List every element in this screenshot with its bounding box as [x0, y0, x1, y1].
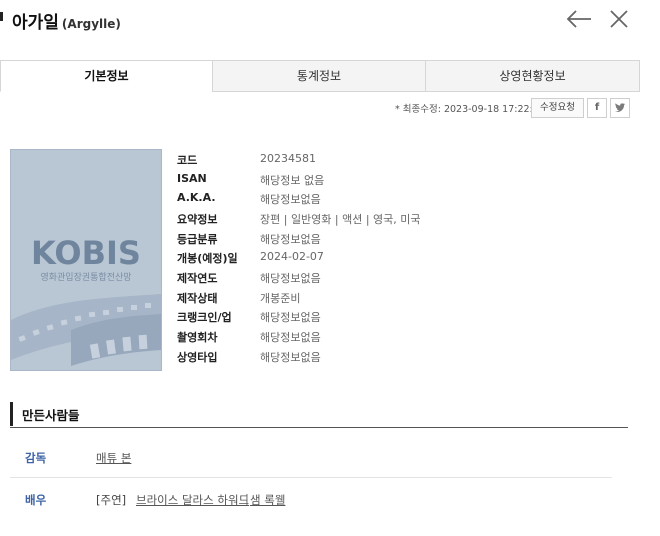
info-value: 해당정보없음: [260, 311, 321, 324]
info-label: 크랭크인/업: [177, 311, 232, 324]
tab-statistics[interactable]: 통계정보: [212, 60, 426, 92]
title-marker: [0, 12, 3, 21]
info-label: 등급분류: [177, 233, 218, 246]
facebook-share-button[interactable]: f: [587, 98, 607, 118]
section-marker: [10, 402, 13, 426]
actor-name-link[interactable]: 샘 록웰: [250, 492, 285, 508]
page-title: 아가일 (Argylle): [12, 8, 121, 33]
actor-type-label: [주연]: [96, 493, 127, 507]
close-button[interactable]: [608, 8, 630, 30]
section-title-people: 만든사람들: [22, 408, 80, 423]
info-label: A.K.A.: [177, 191, 216, 204]
twitter-icon: [615, 103, 626, 112]
arrow-left-icon: [566, 10, 591, 28]
info-value: 해당정보없음: [260, 351, 321, 364]
director-role-label: 감독: [25, 451, 47, 465]
info-value: 해당정보없음: [260, 193, 321, 206]
twitter-share-button[interactable]: [610, 98, 630, 118]
poster-placeholder: KOBIS 영화관입장권통합전산망: [10, 149, 162, 371]
actor-name-link[interactable]: 브라이스 달라스 하워드: [136, 492, 249, 508]
movie-title-korean: 아가일: [12, 13, 59, 33]
info-value: 해당정보없음: [260, 331, 321, 344]
movie-title-english: (Argylle): [61, 17, 121, 31]
info-label: 제작상태: [177, 292, 218, 305]
edit-request-button[interactable]: 수정요청: [531, 98, 584, 118]
last-modified-text: * 최종수정: 2023-09-18 17:22:59: [395, 104, 545, 115]
info-value: 장편 | 일반영화 | 액션 | 영국, 미국: [260, 213, 421, 226]
poster-subtitle: 영화관입장권통합전산망: [40, 273, 132, 283]
actor-role-label: 배우: [25, 493, 47, 507]
info-label: 상영타입: [177, 351, 218, 364]
info-label: 촬영회차: [177, 331, 218, 344]
section-divider: [10, 427, 628, 428]
info-value: 해당정보없음: [260, 272, 321, 285]
people-row-divider: [10, 477, 612, 478]
info-value: 20234581: [260, 152, 316, 165]
info-label: 제작연도: [177, 272, 218, 285]
director-name-link[interactable]: 매튜 본: [96, 450, 131, 466]
tab-basic-info[interactable]: 기본정보: [0, 60, 213, 92]
back-button[interactable]: [565, 8, 593, 30]
tab-screening-status[interactable]: 상영현황정보: [425, 60, 640, 92]
info-label: ISAN: [177, 172, 207, 185]
info-value: 해당정보없음: [260, 233, 321, 246]
info-label: 요약정보: [177, 213, 218, 226]
info-value: 2024-02-07: [260, 250, 324, 263]
close-icon: [610, 10, 628, 28]
info-value: 해당정보 없음: [260, 174, 325, 187]
poster-logo: KOBIS: [31, 234, 141, 272]
facebook-icon: f: [594, 102, 600, 113]
actor-separator: |: [245, 492, 249, 506]
tab-bar: 기본정보 통계정보 상영현황정보: [0, 60, 640, 92]
info-value: 개봉준비: [260, 292, 301, 305]
info-label: 코드: [177, 154, 198, 167]
film-strip-graphic: [11, 294, 161, 366]
info-label: 개봉(예정)일: [177, 252, 238, 265]
